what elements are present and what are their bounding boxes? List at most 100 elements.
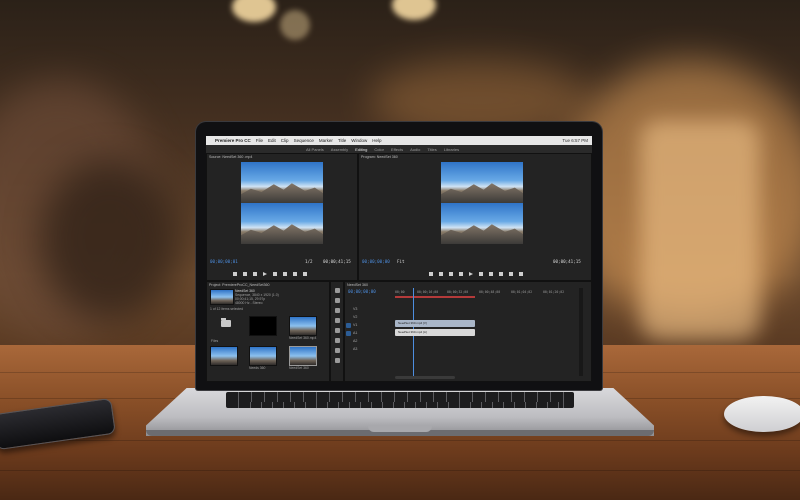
ceiling-light-3 bbox=[280, 10, 310, 40]
ripple-edit-tool-icon[interactable] bbox=[335, 308, 340, 313]
laptop-lid: Premiere Pro CC File Edit Clip Sequence … bbox=[196, 122, 602, 390]
timeline-tab[interactable]: NeedSet 360 bbox=[347, 283, 368, 287]
mark-in-icon[interactable] bbox=[429, 272, 433, 276]
timeline-scrollbar[interactable] bbox=[395, 376, 455, 379]
go-to-out-icon[interactable] bbox=[489, 272, 493, 276]
step-back-icon[interactable] bbox=[253, 272, 257, 276]
source-video-frame-top bbox=[241, 162, 323, 203]
export-frame-icon[interactable] bbox=[519, 272, 523, 276]
slip-tool-icon[interactable] bbox=[335, 328, 340, 333]
source-monitor-title[interactable]: Source: NeedSet 360 .mp4 bbox=[209, 155, 252, 159]
menu-title[interactable]: Title bbox=[338, 138, 346, 143]
step-back-icon[interactable] bbox=[459, 272, 463, 276]
work-area-bar[interactable] bbox=[395, 296, 475, 298]
app-name-menu[interactable]: Premiere Pro CC bbox=[215, 138, 251, 143]
type-tool-icon[interactable] bbox=[335, 358, 340, 363]
workspace-tab-effects[interactable]: Effects bbox=[391, 147, 403, 152]
export-frame-icon[interactable] bbox=[303, 272, 307, 276]
insert-icon[interactable] bbox=[283, 272, 287, 276]
project-panel-title[interactable]: Project: PremiereProCC_NeedSet360 bbox=[209, 283, 270, 287]
source-timecode-duration: 00;00;41;15 bbox=[323, 259, 351, 264]
mark-out-icon[interactable] bbox=[439, 272, 443, 276]
track-select-tool-icon[interactable] bbox=[335, 298, 340, 303]
project-panel: Project: PremiereProCC_NeedSet360 NeedSe… bbox=[206, 281, 330, 382]
track-target-a1[interactable] bbox=[346, 331, 351, 336]
play-icon[interactable] bbox=[469, 272, 473, 276]
project-item-count: 1 of 12 items selected bbox=[210, 307, 243, 311]
track-label-v2: V2 bbox=[353, 315, 358, 319]
workspace-tab-all-panels[interactable]: All Panels bbox=[306, 147, 324, 152]
workspace-tab-assembly[interactable]: Assembly bbox=[331, 147, 348, 152]
selected-clip-thumbnail[interactable] bbox=[289, 346, 317, 366]
workspace-tab-audio[interactable]: Audio bbox=[410, 147, 420, 152]
track-label-a1: A1 bbox=[353, 331, 358, 335]
program-timecode-current[interactable]: 00;00;00;00 bbox=[362, 259, 390, 264]
menu-marker[interactable]: Marker bbox=[319, 138, 333, 143]
audio-clip[interactable]: NeedSet 360.mp4 [A] bbox=[395, 329, 475, 336]
menu-file[interactable]: File bbox=[256, 138, 263, 143]
overwrite-icon[interactable] bbox=[293, 272, 297, 276]
pen-tool-icon[interactable] bbox=[335, 338, 340, 343]
source-fit-select[interactable]: 1/2 bbox=[305, 259, 313, 264]
ruler-tick: 00;00 bbox=[395, 290, 405, 294]
folder-icon[interactable] bbox=[221, 318, 231, 327]
timeline-timecode[interactable]: 00;00;00;00 bbox=[348, 289, 376, 294]
selection-tool-icon[interactable] bbox=[335, 288, 340, 293]
workspace-tab-color[interactable]: Color bbox=[374, 147, 384, 152]
step-forward-icon[interactable] bbox=[479, 272, 483, 276]
ceiling-light-2 bbox=[392, 0, 436, 20]
ceiling-light-1 bbox=[232, 0, 276, 22]
track-target-v1[interactable] bbox=[346, 323, 351, 328]
source-timecode-current[interactable]: 00;00;00;01 bbox=[210, 259, 238, 264]
clip-thumbnail[interactable] bbox=[289, 316, 317, 336]
go-to-in-icon[interactable] bbox=[449, 272, 453, 276]
video-clip[interactable]: NeedSet 360.mp4 [V] bbox=[395, 320, 475, 327]
source-video-frame-bottom bbox=[241, 203, 323, 244]
bin-label-files: Files bbox=[211, 339, 219, 343]
audio-clip-label: NeedSet 360.mp4 [A] bbox=[398, 330, 427, 334]
ruler-tick: 00;00;32;00 bbox=[447, 290, 469, 294]
source-transport-controls bbox=[233, 270, 307, 278]
program-monitor-title[interactable]: Program: NeedSet 360 bbox=[361, 155, 398, 159]
ruler-tick: 00;00;16;00 bbox=[417, 290, 439, 294]
track-label-v3: V3 bbox=[353, 307, 358, 311]
clip-audio: 48000 Hz - Stereo bbox=[235, 301, 263, 305]
bokeh-window-right bbox=[640, 120, 760, 340]
play-icon[interactable] bbox=[263, 272, 267, 276]
laptop-screen: Premiere Pro CC File Edit Clip Sequence … bbox=[206, 136, 592, 382]
menu-clip[interactable]: Clip bbox=[281, 138, 289, 143]
sequence-thumbnail bbox=[210, 289, 234, 305]
table-grain bbox=[0, 470, 800, 471]
menu-clock: Tue 6:57 PM bbox=[562, 138, 588, 143]
bin-label-sequence: NeedSet 360 bbox=[289, 366, 309, 370]
workspace-tab-titles[interactable]: Titles bbox=[427, 147, 436, 152]
menu-help[interactable]: Help bbox=[372, 138, 381, 143]
hand-tool-icon[interactable] bbox=[335, 348, 340, 353]
menu-sequence[interactable]: Sequence bbox=[294, 138, 314, 143]
timeline-panel: NeedSet 360 00;00;00;00 00;00 00;00;16;0… bbox=[344, 281, 592, 382]
track-label-a2: A2 bbox=[353, 339, 358, 343]
program-timecode-duration: 00;00;41;15 bbox=[553, 259, 581, 264]
extract-icon[interactable] bbox=[509, 272, 513, 276]
sky bbox=[211, 347, 237, 365]
bokeh-dark-left bbox=[40, 160, 180, 320]
ruler-tick: 00;01;20;02 bbox=[543, 290, 565, 294]
audio-meter bbox=[579, 288, 583, 376]
program-fit-select[interactable]: Fit bbox=[397, 259, 405, 264]
workspace-tab-libraries[interactable]: Libraries bbox=[444, 147, 459, 152]
clip-thumbnail[interactable] bbox=[210, 346, 238, 366]
step-forward-icon[interactable] bbox=[273, 272, 277, 276]
lift-icon[interactable] bbox=[499, 272, 503, 276]
menu-edit[interactable]: Edit bbox=[268, 138, 276, 143]
mark-out-icon[interactable] bbox=[243, 272, 247, 276]
mark-in-icon[interactable] bbox=[233, 272, 237, 276]
computer-mouse bbox=[724, 396, 800, 432]
workspace-tab-editing[interactable]: Editing bbox=[355, 147, 367, 152]
clip-thumbnail[interactable] bbox=[249, 346, 277, 366]
razor-tool-icon[interactable] bbox=[335, 318, 340, 323]
sky bbox=[290, 317, 316, 335]
menu-window[interactable]: Window bbox=[351, 138, 367, 143]
track-label-a3: A3 bbox=[353, 347, 358, 351]
black-video-thumbnail[interactable] bbox=[249, 316, 277, 336]
sky bbox=[290, 347, 316, 365]
